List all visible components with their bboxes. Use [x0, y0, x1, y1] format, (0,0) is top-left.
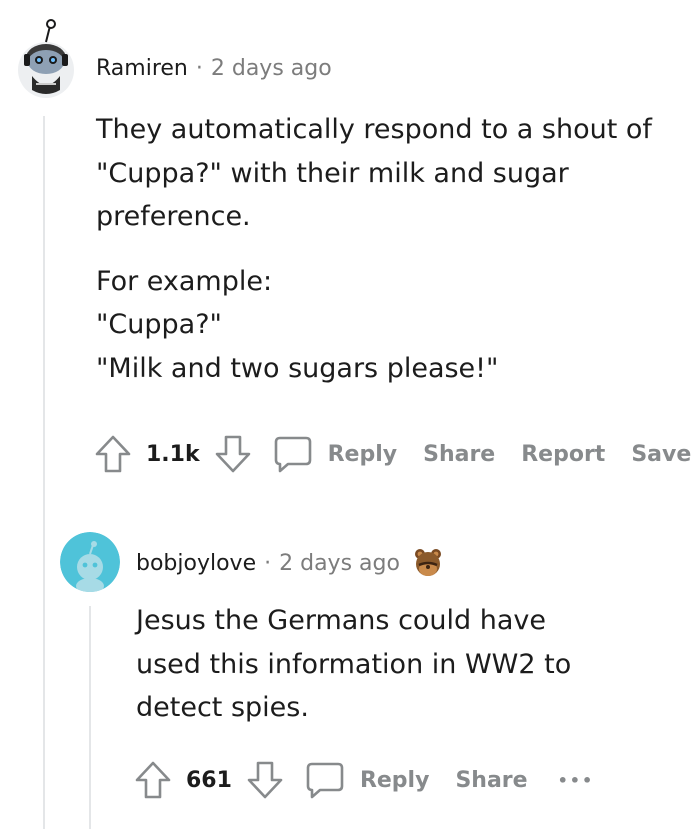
author-name[interactable]: bobjoylove [136, 551, 256, 576]
snoo-avatar-icon [18, 19, 74, 98]
comment-timestamp[interactable]: 2 days ago [279, 551, 400, 576]
upvote-icon[interactable] [134, 760, 172, 800]
default-snoo-avatar-icon [60, 532, 120, 592]
vote-score: 1.1k [146, 441, 200, 467]
comment-paragraph: They automatically respond to a shout of… [96, 114, 652, 232]
comment-paragraph: For example: [96, 265, 273, 297]
comment-paragraph: "Cuppa?" [96, 309, 222, 340]
comment-actions: 1.1k Reply Share Report Save [94, 434, 691, 474]
comment-body: They automatically respond to a shout of… [96, 108, 686, 390]
share-button[interactable]: Share [423, 442, 495, 467]
comment-meta: Ramiren · 2 days ago [96, 56, 332, 81]
share-button[interactable]: Share [455, 768, 527, 793]
downvote-icon[interactable] [214, 434, 252, 474]
save-button[interactable]: Save [631, 442, 691, 467]
reply-button[interactable]: Reply [304, 760, 430, 800]
downvote-icon[interactable] [246, 760, 284, 800]
comment-paragraph: Jesus the Germans could have used this i… [136, 605, 572, 723]
report-button[interactable]: Report [521, 442, 605, 467]
comment-meta: bobjoylove · 2 days ago [136, 547, 444, 579]
user-avatar[interactable] [60, 532, 120, 592]
bear-award-icon[interactable] [412, 547, 444, 579]
comment-paragraph: "Milk and two sugars please!" [96, 352, 499, 384]
more-options-button[interactable]: ••• [558, 771, 595, 790]
user-avatar[interactable] [16, 18, 76, 100]
comment-actions: 661 Reply Share ••• [134, 760, 594, 800]
thread-line-root[interactable] [43, 116, 45, 829]
author-name[interactable]: Ramiren [96, 56, 188, 81]
reply-label: Reply [327, 441, 398, 467]
reply-button[interactable]: Reply [272, 434, 398, 474]
upvote-icon[interactable] [94, 434, 132, 474]
vote-score: 661 [186, 767, 232, 793]
comment-timestamp[interactable]: 2 days ago [211, 56, 332, 81]
reply-label: Reply [359, 767, 430, 793]
meta-separator: · [195, 56, 203, 81]
comment-bubble-icon [304, 760, 346, 800]
meta-separator: · [264, 550, 272, 576]
thread-line-reply[interactable] [89, 606, 91, 829]
comment-body: Jesus the Germans could have used this i… [136, 599, 606, 730]
comment-bubble-icon [272, 434, 314, 474]
